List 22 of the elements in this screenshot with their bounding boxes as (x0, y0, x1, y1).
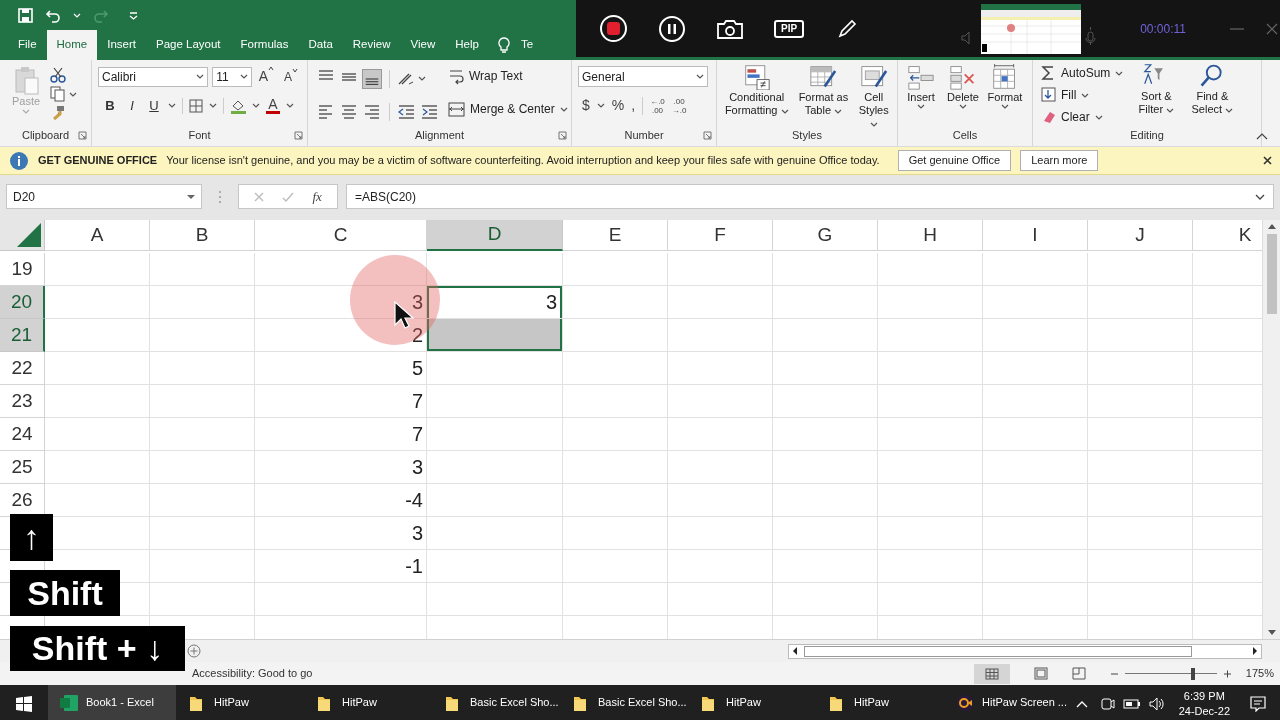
table-cell: 7 (255, 418, 427, 451)
group-label: Font (188, 127, 211, 143)
table-cell: -1 (255, 550, 427, 583)
group-label: Clipboard (21, 127, 70, 143)
table-cell: 3 (255, 451, 427, 484)
group-label: Editing (1130, 127, 1164, 143)
table-cell: 7 (255, 385, 427, 418)
zoom-level: 175% (1245, 666, 1274, 682)
table-cell: 3 (255, 517, 427, 550)
key-overlay: ↑ (10, 514, 53, 561)
table-cell: 5 (255, 352, 427, 385)
recording-timer: 00:00:11 (1140, 20, 1186, 38)
notice-title: GET GENUINE OFFICE (38, 153, 158, 169)
notice-message: Your license isn't genuine, and you may be a victim of software counterfeiting. Avoid interruption and keep your files safe with genuine Office today. (166, 153, 880, 169)
group-label: Styles (792, 127, 822, 143)
accessibility-status: Accessibility: Good to go (192, 666, 313, 682)
key-overlay: Shift (10, 570, 120, 616)
group-label: Alignment (415, 127, 464, 143)
group-label: Number (624, 127, 664, 143)
group-label: Cells (952, 127, 978, 143)
table-cell: -4 (255, 484, 427, 517)
key-overlay: Shift + ↓ (10, 626, 185, 671)
